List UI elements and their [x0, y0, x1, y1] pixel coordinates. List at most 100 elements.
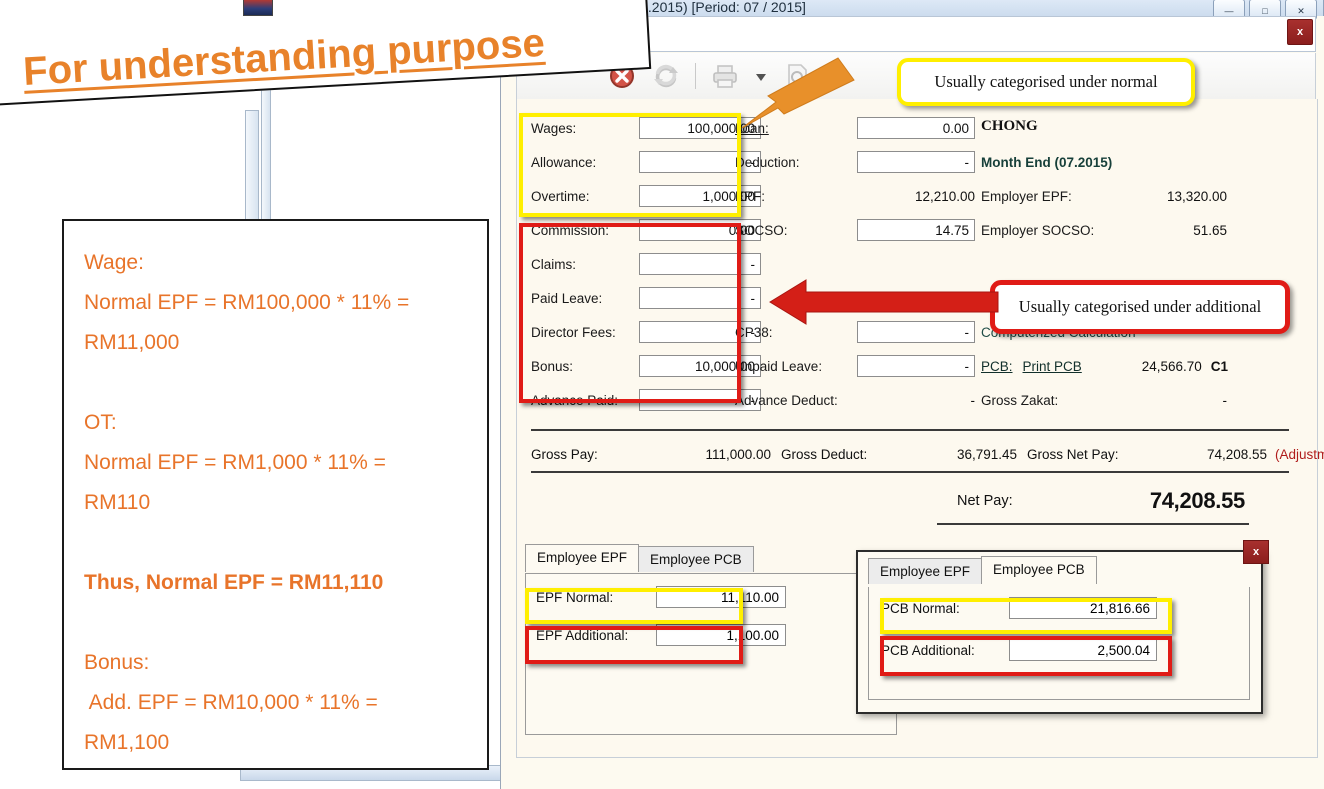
label-gross-deduct: Gross Deduct: [771, 447, 881, 462]
explanation-line: Bonus: [84, 643, 469, 683]
summary-row: Gross Pay: 111,000.00 Gross Deduct: 36,7… [531, 439, 1324, 469]
field-row-unpaid-leave: Unpaid Leave: - [735, 351, 975, 381]
epf-tabstrip: Employee EPF Employee PCB [525, 544, 753, 572]
label-gross-pay: Gross Pay: [531, 447, 621, 462]
explanation-line: RM110 [84, 483, 469, 523]
field-row-claims: Claims: - [531, 249, 761, 279]
employer-socso-row: Employer SOCSO: 51.65 [981, 215, 1227, 245]
value-net-pay: 74,208.55 [1077, 488, 1245, 514]
row-epf-additional: EPF Additional: 1,100.00 [536, 624, 786, 646]
value-employer-epf: 13,320.00 [1111, 189, 1227, 204]
label-bonus: Bonus: [531, 359, 639, 374]
tab-employee-epf[interactable]: Employee EPF [525, 544, 639, 572]
label-epf: EPF: [735, 189, 857, 204]
field-row-epf: EPF: 12,210.00 [735, 181, 975, 211]
employee-name-row: CHONG [981, 111, 1038, 141]
summary-top-rule [531, 429, 1289, 431]
label-unpaid-leave: Unpaid Leave: [735, 359, 857, 374]
employee-name: CHONG [981, 118, 1038, 135]
red-arrow-icon [770, 275, 1000, 329]
row-pcb-additional: PCB Additional: 2,500.04 [881, 639, 1157, 661]
label-advance-paid: Advance Paid: [531, 393, 639, 408]
label-overtime: Overtime: [531, 189, 639, 204]
period-label: Month End (07.2015) [981, 155, 1112, 170]
value-gross-zakat: - [1163, 393, 1227, 408]
pcb-link[interactable]: PCB: [981, 359, 1013, 374]
adjustment-note: (Adjustme [1267, 447, 1324, 462]
label-advance-deduct: Advance Deduct: [735, 393, 857, 408]
field-row-deduction: Deduction: - [735, 147, 975, 177]
field-row-director-fees: Director Fees: - [531, 317, 761, 347]
label-paid-leave: Paid Leave: [531, 291, 639, 306]
value-advance-deduct: - [857, 393, 975, 408]
row-pcb-normal: PCB Normal: 21,816.66 [881, 597, 1157, 619]
net-pay-row: Net Pay: 74,208.55 [957, 481, 1245, 521]
explanation-line: Add. EPF = RM10,000 * 11% = [84, 683, 469, 723]
field-row-wages: Wages: 100,000.00 [531, 113, 761, 143]
pcb-tab-employee-pcb[interactable]: Employee PCB [981, 556, 1097, 584]
value-gross-deduct: 36,791.45 [881, 447, 1017, 462]
label-pcb-additional: PCB Additional: [881, 643, 1009, 658]
input-epf-normal[interactable]: 11,110.00 [656, 586, 786, 608]
print-pcb-link[interactable]: Print PCB [1023, 359, 1082, 374]
value-employer-socso: 51.65 [1111, 223, 1227, 238]
label-commission: Commission: [531, 223, 639, 238]
print-icon[interactable] [710, 61, 740, 91]
label-employer-epf: Employer EPF: [981, 189, 1111, 204]
net-pay-rule [937, 523, 1249, 525]
pcb-category: C1 [1211, 359, 1228, 374]
pcb-tab-employee-epf[interactable]: Employee EPF [868, 558, 982, 584]
explanation-line-emphasis: Thus, Normal EPF = RM11,110 [84, 563, 469, 603]
input-epf-additional[interactable]: 1,100.00 [656, 624, 786, 646]
period-row: Month End (07.2015) [981, 147, 1112, 177]
refresh-icon[interactable] [651, 61, 681, 91]
label-allowance: Allowance: [531, 155, 639, 170]
field-row-advance-paid: Advance Paid: - [531, 385, 761, 415]
input-pcb-additional[interactable]: 2,500.04 [1009, 639, 1157, 661]
close-icon[interactable]: x [1287, 19, 1313, 45]
explanation-box: Wage: Normal EPF = RM100,000 * 11% = RM1… [62, 219, 489, 770]
field-row-overtime: Overtime: 1,000.00 [531, 181, 761, 211]
employer-epf-row: Employer EPF: 13,320.00 [981, 181, 1227, 211]
value-epf: 12,210.00 [857, 189, 975, 204]
app-icon [243, 0, 273, 16]
explanation-spacer [84, 523, 469, 563]
employee-pcb-window: Employee EPF Employee PCB PCB Normal: 21… [856, 550, 1263, 714]
explanation-line: Normal EPF = RM100,000 * 11% = [84, 283, 469, 323]
value-gross-net-pay: 74,208.55 [1139, 447, 1267, 462]
explanation-spacer [84, 363, 469, 403]
pcb-tab-body: PCB Normal: 21,816.66 PCB Additional: 2,… [868, 587, 1250, 700]
input-unpaid-leave[interactable]: - [857, 355, 975, 377]
tab-employee-pcb[interactable]: Employee PCB [638, 546, 754, 572]
label-net-pay: Net Pay: [957, 493, 1077, 509]
toolbar-separator [695, 63, 696, 89]
label-employer-socso: Employer SOCSO: [981, 223, 1111, 238]
input-deduction[interactable]: - [857, 151, 975, 173]
field-row-advance-deduct: Advance Deduct: - [735, 385, 975, 415]
explanation-line: Wage: [84, 243, 469, 283]
callout-normal: Usually categorised under normal [897, 58, 1195, 106]
label-director-fees: Director Fees: [531, 325, 639, 340]
field-row-socso: SOCSO: 14.75 [735, 215, 975, 245]
field-row-allowance: Allowance: - [531, 147, 761, 177]
explanation-line: RM11,000 [84, 323, 469, 363]
pcb-window-close-icon[interactable]: x [1243, 540, 1269, 564]
epf-tab-body: EPF Normal: 11,110.00 EPF Additional: 1,… [525, 573, 897, 735]
label-wages: Wages: [531, 121, 639, 136]
explanation-line: Normal EPF = RM1,000 * 11% = [84, 443, 469, 483]
value-pcb: 24,566.70 [1110, 359, 1202, 374]
input-paid-leave[interactable]: - [639, 287, 761, 309]
orange-arrow-icon [742, 58, 932, 128]
label-pcb-normal: PCB Normal: [881, 601, 1009, 616]
summary-bottom-rule [531, 471, 1289, 473]
label-epf-additional: EPF Additional: [536, 628, 656, 643]
value-gross-pay: 111,000.00 [621, 447, 771, 462]
pcb-row: PCB: Print PCB 24,566.70 C1 [981, 351, 1228, 381]
label-socso: SOCSO: [735, 223, 857, 238]
label-gross-zakat: Gross Zakat: [981, 393, 1163, 408]
field-row-bonus: Bonus: 10,000.00 [531, 351, 761, 381]
input-socso[interactable]: 14.75 [857, 219, 975, 241]
input-pcb-normal[interactable]: 21,816.66 [1009, 597, 1157, 619]
row-epf-normal: EPF Normal: 11,110.00 [536, 586, 786, 608]
input-claims[interactable]: - [639, 253, 761, 275]
